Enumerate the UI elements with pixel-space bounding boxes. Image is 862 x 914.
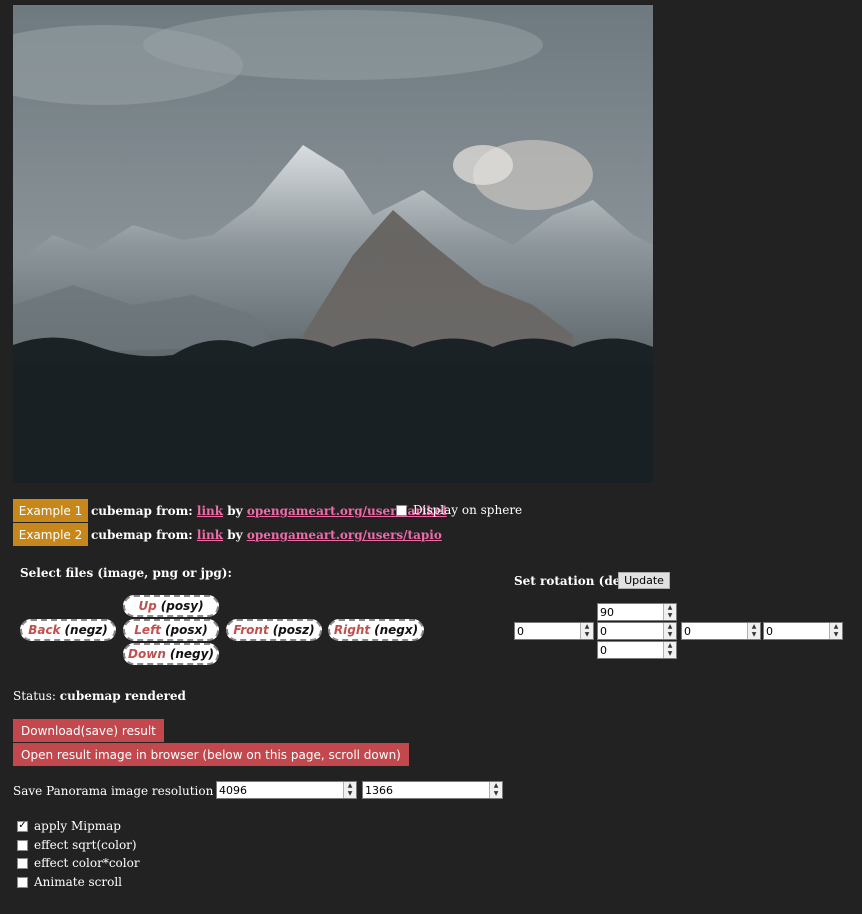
resolution-x-input[interactable]: 4096 ▲ ▼ <box>216 781 357 799</box>
example-1-source-link[interactable]: link <box>197 504 223 518</box>
face-front-button[interactable]: Front (posz) <box>226 619 322 641</box>
face-left-code: (posx) <box>165 623 208 637</box>
face-down-button[interactable]: Down (negy) <box>123 643 219 665</box>
rotation-bottom-value: 0 <box>600 643 607 657</box>
spinner-icon[interactable]: ▲ ▼ <box>663 642 676 658</box>
face-up-name: Up <box>138 599 157 613</box>
panorama-preview <box>13 5 653 483</box>
example-2-source-link[interactable]: link <box>197 528 223 542</box>
download-result-button[interactable]: Download(save) result <box>13 719 164 742</box>
example-1-by: by <box>227 504 243 518</box>
rotation-right1-input[interactable]: 0 ▲ ▼ <box>681 622 761 640</box>
rotation-left-input[interactable]: 0 ▲ ▼ <box>514 622 594 640</box>
option-apply-mipmap[interactable]: ✓ apply Mipmap <box>17 819 121 833</box>
face-front-code: (posz) <box>272 623 315 637</box>
spinner-icon[interactable]: ▲ ▼ <box>663 604 676 620</box>
rotation-left-value: 0 <box>517 624 524 638</box>
rotation-top-input[interactable]: 90 ▲ ▼ <box>597 603 677 621</box>
spinner-icon[interactable]: ▲ ▼ <box>663 623 676 639</box>
option-label: effect color*color <box>34 856 140 870</box>
display-on-sphere-option[interactable]: Display on sphere <box>396 503 522 517</box>
resolution-y-input[interactable]: 1366 ▲ ▼ <box>362 781 503 799</box>
update-rotation-button[interactable]: Update <box>618 572 670 589</box>
resolution-label: Save Panorama image resolution (x,y): <box>13 784 248 798</box>
option-label: effect sqrt(color) <box>34 838 137 852</box>
example-2-prefix: cubemap from: <box>91 528 193 542</box>
checkbox-checked-icon[interactable]: ✓ <box>17 820 28 832</box>
mountain-panorama-image <box>13 5 653 483</box>
option-animate-scroll[interactable]: Animate scroll <box>17 875 122 889</box>
option-effect-sqrt[interactable]: effect sqrt(color) <box>17 838 137 852</box>
face-right-button[interactable]: Right (negx) <box>328 619 424 641</box>
checkbox-icon[interactable] <box>17 839 28 851</box>
open-result-button[interactable]: Open result image in browser (below on t… <box>13 743 409 766</box>
example-1-button[interactable]: Example 1 <box>13 499 88 522</box>
example-1-prefix: cubemap from: <box>91 504 193 518</box>
face-right-name: Right <box>333 623 371 637</box>
option-label: apply Mipmap <box>34 819 121 833</box>
example-2-button[interactable]: Example 2 <box>13 523 88 546</box>
rotation-right2-value: 0 <box>766 624 773 638</box>
face-left-name: Left <box>134 623 162 637</box>
checkbox-icon[interactable] <box>17 857 28 869</box>
example-1-credit: cubemap from: link by opengameart.org/us… <box>91 504 447 518</box>
resolution-x-value: 4096 <box>219 783 247 797</box>
rotation-top-value: 90 <box>600 605 614 619</box>
spinner-icon[interactable]: ▲ ▼ <box>489 782 502 798</box>
rotation-center-value: 0 <box>600 624 607 638</box>
face-back-name: Back <box>28 623 61 637</box>
spinner-icon[interactable]: ▲ ▼ <box>747 623 760 639</box>
resolution-y-value: 1366 <box>365 783 393 797</box>
rotation-center-input[interactable]: 0 ▲ ▼ <box>597 622 677 640</box>
face-front-name: Front <box>233 623 269 637</box>
face-up-button[interactable]: Up (posy) <box>123 595 219 617</box>
rotation-bottom-input[interactable]: 0 ▲ ▼ <box>597 641 677 659</box>
option-effect-color-squared[interactable]: effect color*color <box>17 856 140 870</box>
face-down-code: (negy) <box>169 647 214 661</box>
rotation-right1-value: 0 <box>684 624 691 638</box>
spinner-icon[interactable]: ▲ ▼ <box>829 623 842 639</box>
face-back-code: (negz) <box>64 623 108 637</box>
example-2-user-link[interactable]: opengameart.org/users/tapio <box>247 528 442 542</box>
spinner-icon[interactable]: ▲ ▼ <box>580 623 593 639</box>
status-line: Status: cubemap rendered <box>13 689 186 703</box>
rotation-right2-input[interactable]: 0 ▲ ▼ <box>763 622 843 640</box>
display-on-sphere-label: Display on sphere <box>413 503 523 517</box>
spinner-icon[interactable]: ▲ ▼ <box>343 782 356 798</box>
example-2-credit: cubemap from: link by opengameart.org/us… <box>91 528 442 542</box>
face-down-name: Down <box>128 647 166 661</box>
display-on-sphere-checkbox[interactable] <box>396 504 407 516</box>
face-up-code: (posy) <box>160 599 204 613</box>
status-label: Status: <box>13 689 56 703</box>
option-label: Animate scroll <box>34 875 123 889</box>
face-right-code: (negx) <box>374 623 419 637</box>
select-files-label: Select files (image, png or jpg): <box>20 566 232 580</box>
example-2-by: by <box>227 528 243 542</box>
checkbox-icon[interactable] <box>17 876 28 888</box>
status-value: cubemap rendered <box>59 689 186 703</box>
face-back-button[interactable]: Back (negz) <box>20 619 116 641</box>
face-left-button[interactable]: Left (posx) <box>123 619 219 641</box>
